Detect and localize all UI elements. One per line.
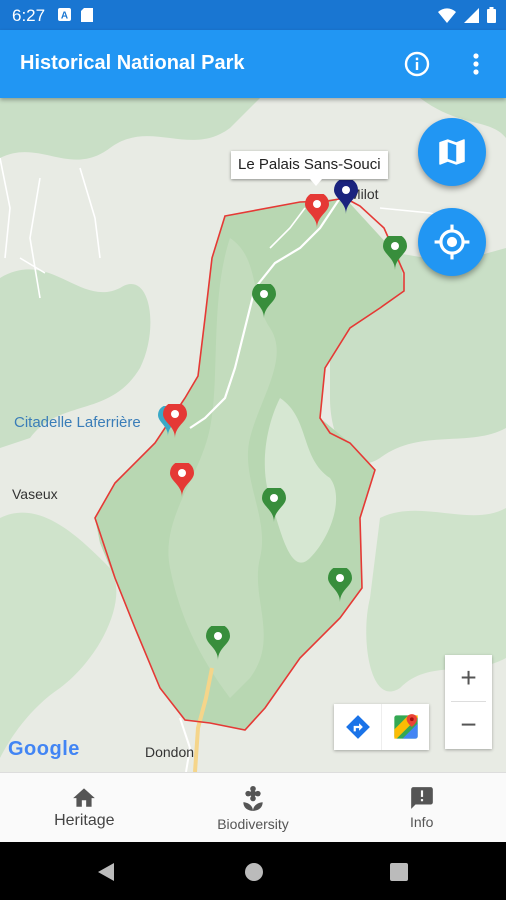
zoom-in-button[interactable]: + <box>445 655 492 701</box>
directions-button[interactable] <box>334 704 381 750</box>
heritage-marker-palais[interactable] <box>305 194 329 228</box>
biodiversity-marker-3[interactable] <box>262 488 286 522</box>
home-circle-icon[interactable] <box>244 862 264 882</box>
home-icon <box>73 788 96 807</box>
directions-icon <box>345 715 370 739</box>
google-maps-icon <box>393 714 418 739</box>
nav-info-label: Info <box>410 814 434 830</box>
system-navigation-bar <box>0 842 506 900</box>
map-toolbar <box>334 704 429 750</box>
marker-info-window[interactable]: Le Palais Sans-Souci <box>231 151 388 186</box>
app-title: Historical National Park <box>20 52 245 74</box>
notification-icons: A <box>58 8 93 22</box>
recents-icon[interactable] <box>390 863 408 881</box>
label-dondon: Dondon <box>145 744 195 760</box>
zoom-in-icon: + <box>460 662 477 693</box>
zoom-out-button[interactable]: − <box>445 702 492 748</box>
status-time: 6:27 <box>12 6 46 25</box>
nav-biodiversity-label: Biodiversity <box>217 816 289 832</box>
zoom-controls: + − <box>445 655 492 749</box>
svg-text:A: A <box>61 11 68 22</box>
nav-heritage[interactable]: Heritage <box>0 773 169 843</box>
biodiversity-icon <box>243 785 263 811</box>
signal-icon <box>464 7 479 23</box>
label-vaseux: Vaseux <box>12 486 58 502</box>
map-view[interactable]: Milot Citadelle Laferrière Vaseux Dondon… <box>0 98 506 772</box>
heritage-marker-3[interactable] <box>170 463 194 497</box>
map-type-button[interactable] <box>418 118 486 186</box>
system-icons <box>438 7 496 23</box>
more-options-icon[interactable] <box>466 50 486 78</box>
selected-marker-palais[interactable] <box>334 180 358 214</box>
biodiversity-marker-4[interactable] <box>328 568 352 602</box>
app-bar: Historical National Park <box>0 30 506 98</box>
google-logo: Google <box>8 738 80 761</box>
map-terrain <box>0 98 506 772</box>
feedback-icon <box>410 787 433 809</box>
notification-a-icon: A <box>58 8 71 21</box>
wifi-icon <box>438 7 456 23</box>
my-location-button[interactable] <box>418 208 486 276</box>
nav-heritage-label: Heritage <box>54 812 115 829</box>
nav-info[interactable]: Info <box>337 773 506 843</box>
open-google-maps-button[interactable] <box>381 704 429 750</box>
biodiversity-marker-2[interactable] <box>252 284 276 318</box>
heritage-marker-citadelle[interactable] <box>163 404 187 438</box>
zoom-out-icon: − <box>460 709 477 740</box>
bottom-navigation: Heritage Biodiversity Info <box>0 772 506 843</box>
crosshair-icon <box>434 224 470 260</box>
biodiversity-marker-1[interactable] <box>383 236 407 270</box>
google-logo-text: Google <box>8 738 80 760</box>
back-icon[interactable] <box>96 862 116 882</box>
label-citadelle[interactable]: Citadelle Laferrière <box>14 414 141 431</box>
sd-card-icon <box>81 8 93 22</box>
biodiversity-marker-5[interactable] <box>206 626 230 660</box>
nav-biodiversity[interactable]: Biodiversity <box>169 773 338 843</box>
map-icon <box>439 139 465 165</box>
status-bar: 6:27 A <box>0 0 506 30</box>
info-icon[interactable] <box>404 51 430 77</box>
battery-icon <box>487 7 496 23</box>
